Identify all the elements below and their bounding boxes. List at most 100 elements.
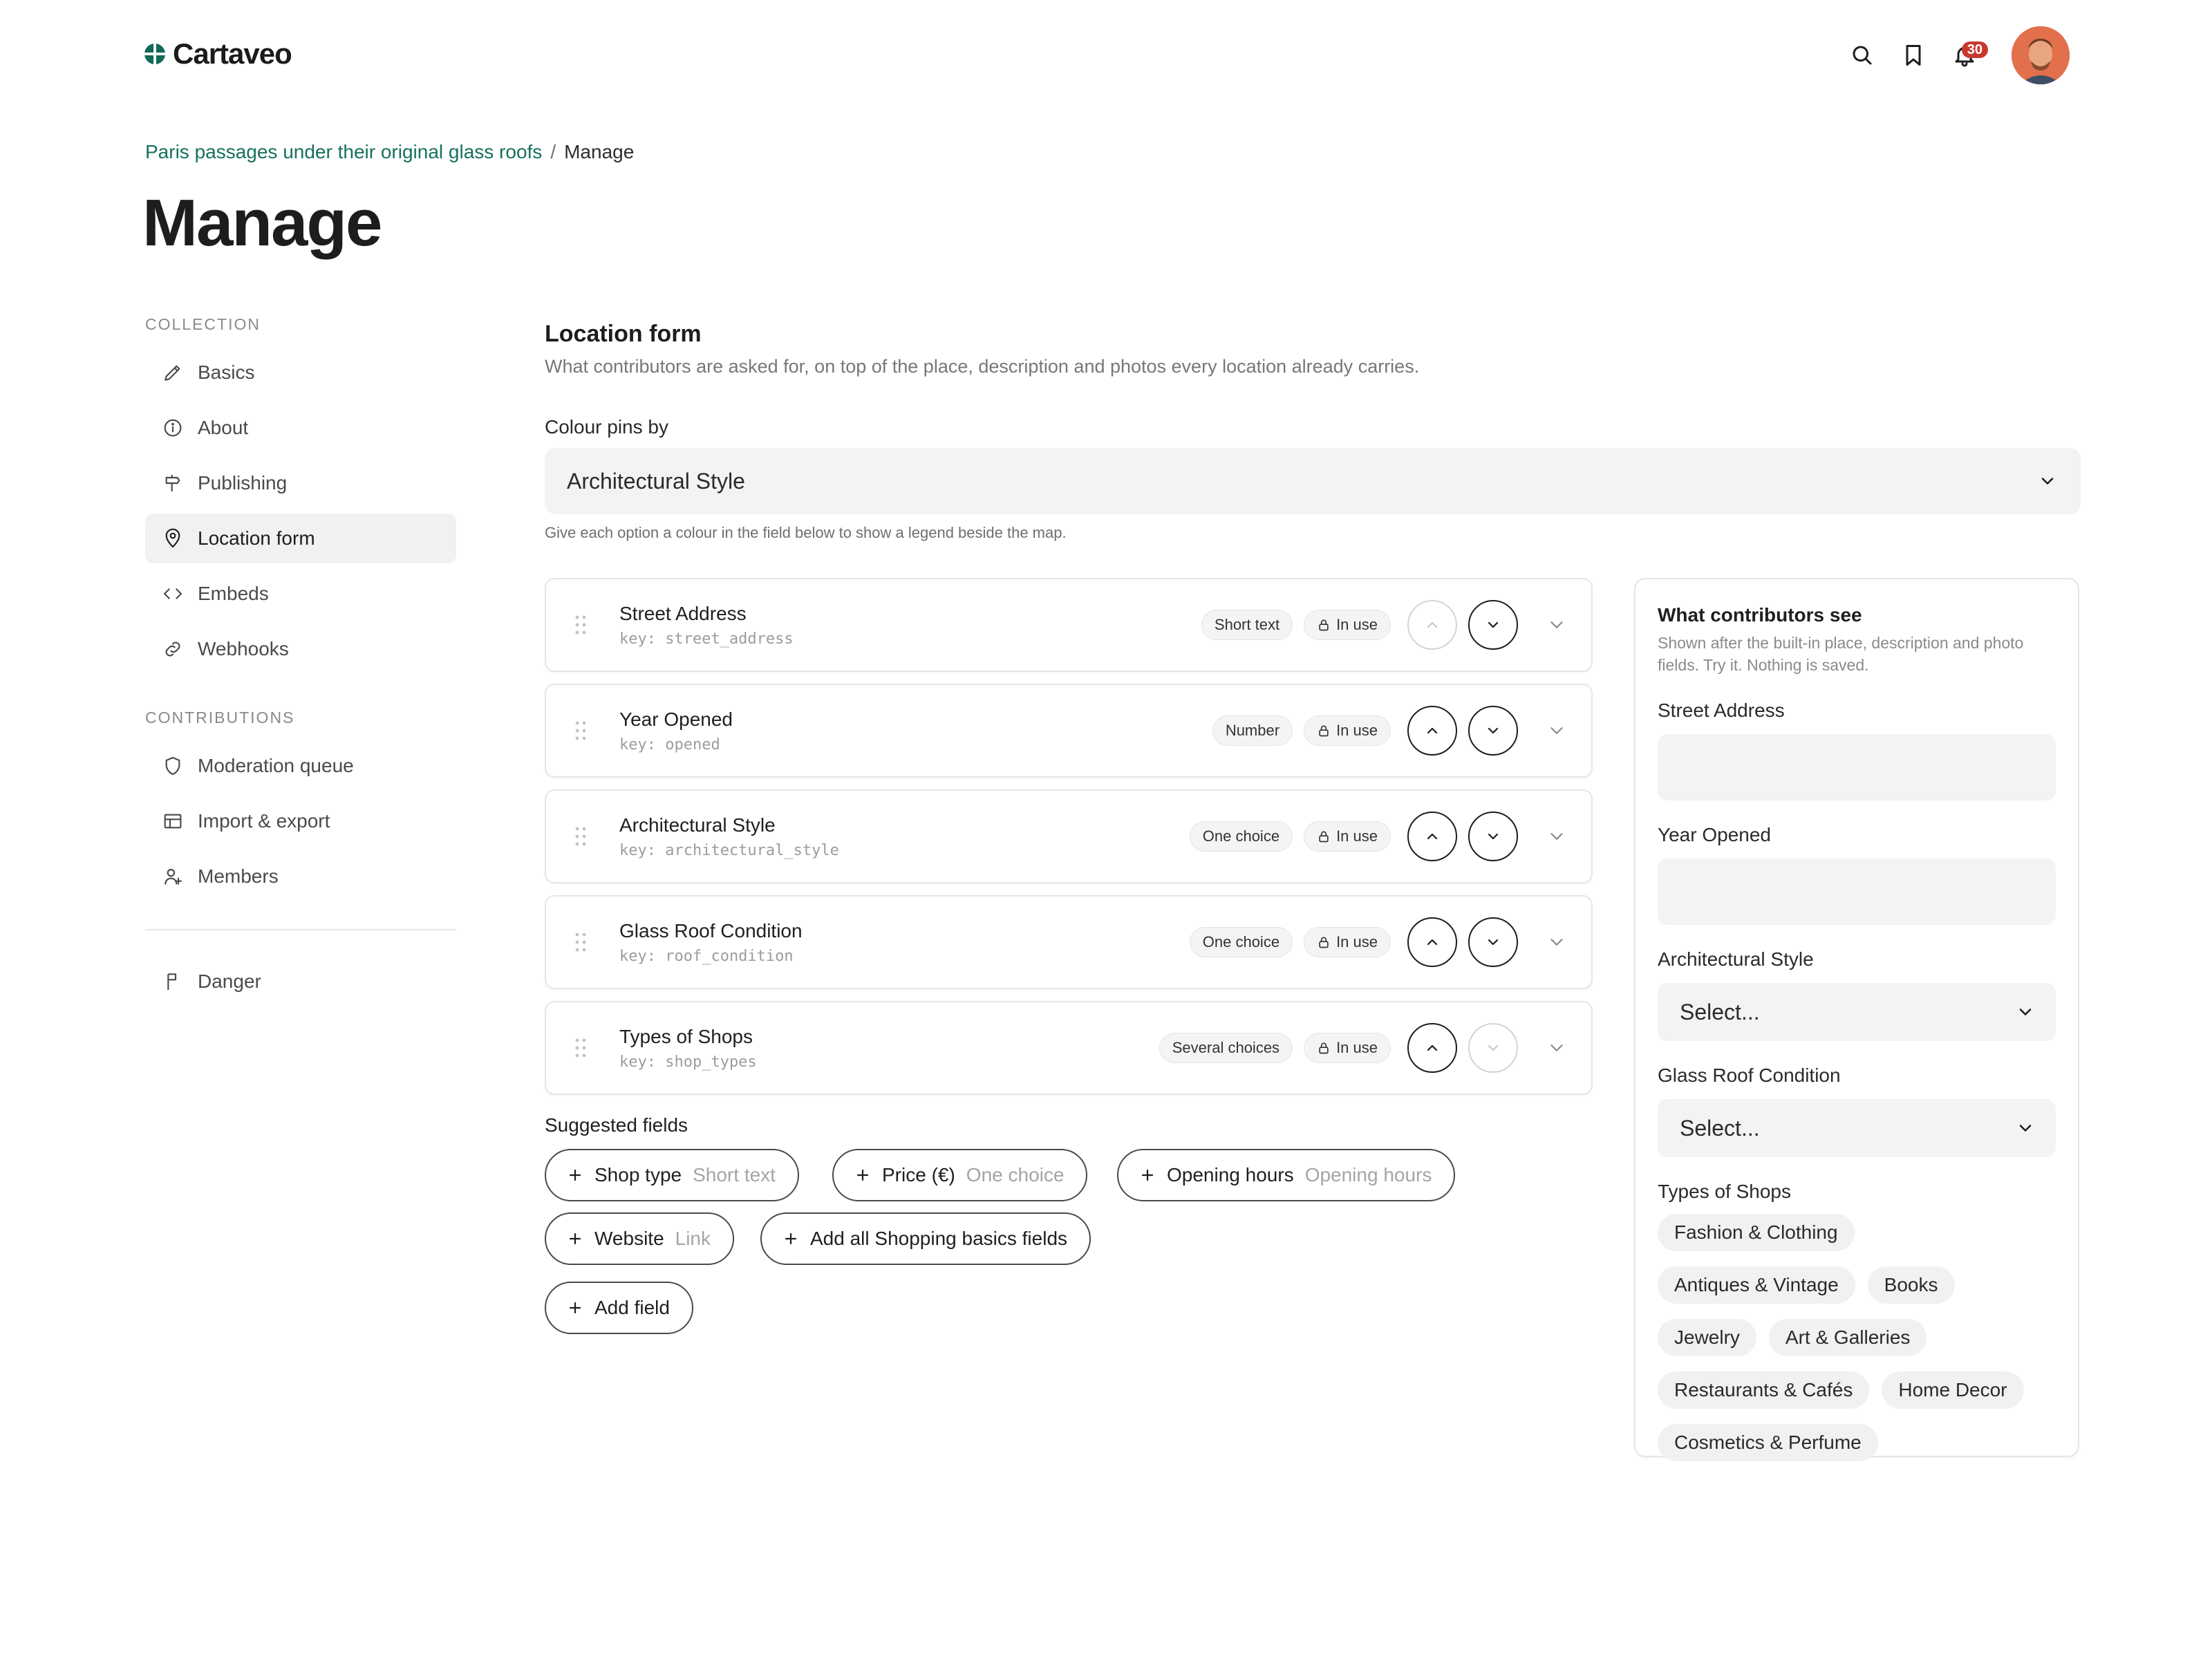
plus-icon — [1141, 1169, 1154, 1181]
move-down-button[interactable] — [1468, 812, 1518, 861]
add-field-button[interactable]: Add field — [545, 1282, 693, 1334]
field-key: key: shop_types — [619, 1053, 757, 1071]
notifications-button[interactable]: 30 — [1948, 39, 1988, 72]
move-up-button[interactable] — [1407, 917, 1457, 967]
select-placeholder: Select... — [1680, 1115, 1760, 1141]
suggest-opening-hours-button[interactable]: Opening hours Opening hours — [1117, 1149, 1456, 1201]
field-row-year-opened: Year Opened key: opened Number In use — [545, 684, 1593, 778]
in-use-label: In use — [1336, 933, 1378, 950]
sidebar-item-label: Moderation queue — [198, 755, 354, 776]
breadcrumb-parent-link[interactable]: Paris passages under their original glas… — [145, 141, 542, 163]
shop-type-option[interactable]: Cosmetics & Perfume — [1658, 1424, 1878, 1461]
move-down-button[interactable] — [1468, 600, 1518, 650]
field-info: Types of Shops key: shop_types — [619, 1026, 1159, 1071]
sidebar-item-embeds[interactable]: Embeds — [145, 569, 456, 619]
shield-icon — [165, 756, 180, 776]
colour-pins-value: Architectural Style — [567, 468, 745, 494]
sidebar-item-members[interactable]: Members — [145, 852, 456, 901]
move-down-button[interactable] — [1468, 917, 1518, 967]
add-all-shopping-basics-button[interactable]: Add all Shopping basics fields — [760, 1212, 1091, 1265]
move-down-button[interactable] — [1468, 1023, 1518, 1073]
in-use-label: In use — [1336, 616, 1378, 633]
lock-icon — [1319, 1042, 1329, 1054]
user-avatar[interactable] — [2012, 26, 2070, 84]
expand-field-button[interactable] — [1543, 611, 1571, 639]
drag-handle-icon[interactable] — [574, 1037, 588, 1059]
move-up-button[interactable] — [1407, 600, 1457, 650]
shop-type-option[interactable]: Antiques & Vintage — [1658, 1266, 1855, 1304]
sidebar-item-webhooks[interactable]: Webhooks — [145, 624, 456, 674]
preview-year-opened-label: Year Opened — [1658, 824, 1771, 845]
suggest-type: One choice — [966, 1164, 1065, 1185]
sidebar-item-basics[interactable]: Basics — [145, 348, 456, 397]
expand-field-button[interactable] — [1543, 823, 1571, 850]
sidebar-item-about[interactable]: About — [145, 403, 456, 453]
contributor-preview-panel: What contributors see Shown after the bu… — [1634, 578, 2079, 1461]
shop-type-option[interactable]: Restaurants & Cafés — [1658, 1371, 1870, 1409]
signpost-icon — [165, 475, 180, 491]
move-down-button[interactable] — [1468, 706, 1518, 756]
sidebar-item-import-export[interactable]: Import & export — [145, 796, 456, 846]
drag-handle-icon[interactable] — [574, 825, 588, 847]
select-placeholder: Select... — [1680, 999, 1760, 1024]
field-type-badge: One choice — [1189, 821, 1293, 852]
sidebar-item-danger[interactable]: Danger — [145, 957, 456, 1006]
field-info: Glass Roof Condition key: roof_condition — [619, 920, 1190, 965]
move-up-button[interactable] — [1407, 1023, 1457, 1073]
bookmark-icon — [1906, 45, 1921, 66]
preview-shop-types-options: Fashion & Clothing Antiques & Vintage Bo… — [1658, 1214, 2045, 1461]
in-use-badge: In use — [1304, 715, 1391, 746]
shop-type-option[interactable]: Jewelry — [1658, 1319, 1756, 1356]
preview-year-opened-input[interactable] — [1658, 859, 2056, 925]
section-description: What contributors are asked for, on top … — [545, 356, 1420, 377]
drag-handle-icon[interactable] — [574, 931, 588, 953]
bookmarks-button[interactable] — [1897, 39, 1930, 72]
sidebar-item-label: Webhooks — [198, 638, 289, 659]
preview-architectural-style-select[interactable]: Select... — [1658, 983, 2056, 1041]
shop-type-option[interactable]: Books — [1867, 1266, 1955, 1304]
logo[interactable]: Cartaveo — [144, 37, 292, 71]
flag-icon — [167, 973, 177, 990]
map-pin-icon — [165, 528, 180, 548]
field-key: key: street_address — [619, 630, 794, 648]
preview-street-address-input[interactable] — [1658, 734, 2056, 800]
field-row-types-of-shops: Types of Shops key: shop_types Several c… — [545, 1001, 1593, 1095]
sidebar-item-location-form[interactable]: Location form — [145, 514, 456, 563]
field-type-badge: Short text — [1201, 610, 1293, 640]
shop-type-option[interactable]: Home Decor — [1882, 1371, 2024, 1409]
colour-pins-label: Colour pins by — [545, 416, 668, 438]
sidebar-item-publishing[interactable]: Publishing — [145, 458, 456, 508]
sidebar-item-label: Import & export — [198, 810, 330, 832]
expand-field-button[interactable] — [1543, 717, 1571, 744]
drag-handle-icon[interactable] — [574, 720, 588, 742]
suggest-shop-type-button[interactable]: Shop type Short text — [545, 1149, 799, 1201]
field-name: Street Address — [619, 602, 747, 624]
expand-field-button[interactable] — [1543, 1034, 1571, 1062]
move-up-button[interactable] — [1407, 706, 1457, 756]
sidebar-item-moderation-queue[interactable]: Moderation queue — [145, 741, 456, 791]
add-field-label: Add field — [594, 1297, 670, 1318]
in-use-badge: In use — [1304, 821, 1391, 852]
suggest-website-button[interactable]: Website Link — [545, 1212, 735, 1265]
field-type-badge: Several choices — [1159, 1033, 1293, 1063]
chevron-down-icon — [1488, 1044, 1499, 1051]
main-content: Location form What contributors are aske… — [545, 321, 2081, 1334]
preview-roof-condition-select[interactable]: Select... — [1658, 1099, 2056, 1157]
expand-field-button[interactable] — [1543, 928, 1571, 956]
chevron-down-icon — [1550, 1044, 1563, 1051]
shop-type-option[interactable]: Art & Galleries — [1768, 1319, 1927, 1356]
in-use-label: In use — [1336, 1039, 1378, 1056]
app-name: Cartaveo — [173, 37, 292, 70]
field-name: Year Opened — [619, 708, 733, 730]
chevron-up-icon — [1427, 939, 1438, 946]
drag-handle-icon[interactable] — [574, 614, 588, 636]
shop-type-option[interactable]: Fashion & Clothing — [1658, 1214, 1855, 1251]
chevron-down-icon — [1488, 727, 1499, 734]
suggest-price-button[interactable]: Price (€) One choice — [832, 1149, 1088, 1201]
colour-pins-select[interactable]: Architectural Style — [545, 448, 2081, 514]
move-up-button[interactable] — [1407, 812, 1457, 861]
field-type-badge: One choice — [1189, 927, 1293, 957]
sidebar-group-collection: COLLECTION — [145, 315, 261, 333]
fields-list: Street Address key: street_address Short… — [545, 578, 1593, 1107]
search-button[interactable] — [1846, 39, 1879, 72]
